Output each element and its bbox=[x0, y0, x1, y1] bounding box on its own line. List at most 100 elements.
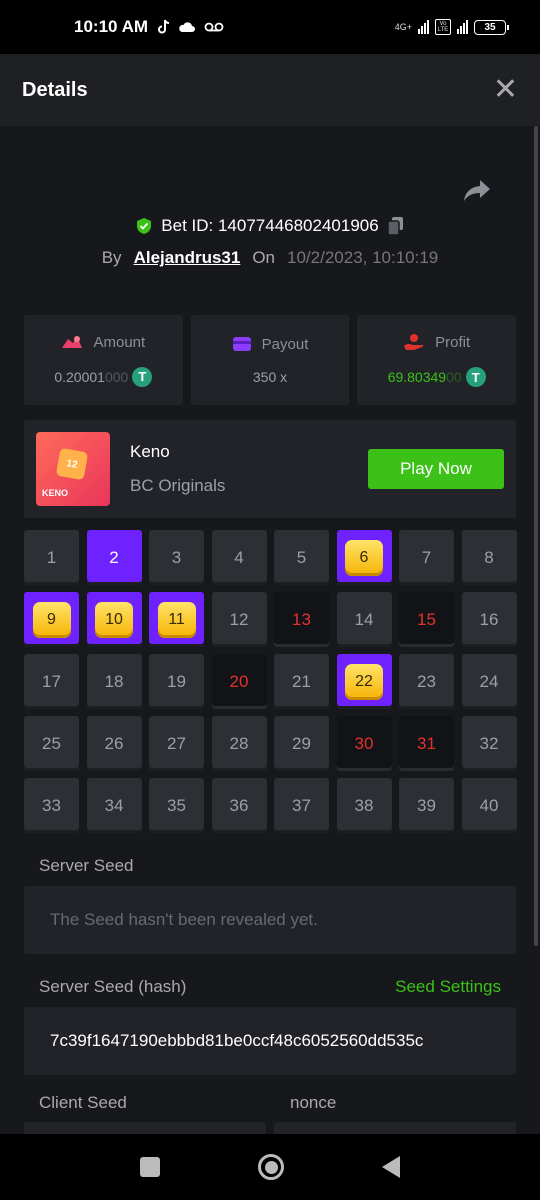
nonce-label: nonce bbox=[290, 1093, 337, 1112]
amount-value: 0.20001 bbox=[54, 368, 105, 385]
bet-id: Bet ID: 14077446802401906 bbox=[161, 216, 379, 235]
keno-cell[interactable]: 26 bbox=[86, 716, 142, 771]
profit-stat: Profit 69.80349 00 T bbox=[357, 315, 517, 405]
wallet-icon bbox=[232, 337, 251, 351]
keno-cell[interactable]: 6 bbox=[336, 530, 392, 585]
keno-cell[interactable]: 15 bbox=[399, 592, 454, 647]
profit-icon bbox=[404, 334, 424, 350]
server-seed-hash-field[interactable]: 7c39f1647190ebbbd81be0ccf48c6052560dd535… bbox=[24, 1007, 516, 1075]
keno-cell[interactable]: 31 bbox=[399, 716, 454, 771]
status-time: 10:10 AM bbox=[74, 17, 149, 36]
keno-cell[interactable]: 23 bbox=[399, 654, 454, 709]
username-link[interactable]: Alejandrus31 bbox=[134, 248, 241, 268]
battery-level: 35 bbox=[484, 21, 496, 33]
details-header: Details ✕ bbox=[0, 54, 540, 126]
page-title: Details bbox=[22, 78, 88, 101]
nonce-field[interactable] bbox=[274, 1122, 516, 1134]
profit-label: Profit bbox=[435, 333, 471, 351]
network-type: 4G+ bbox=[394, 21, 412, 32]
gem-icon: 6 bbox=[345, 539, 383, 576]
back-icon[interactable] bbox=[382, 1156, 400, 1178]
keno-cell[interactable]: 8 bbox=[461, 530, 517, 585]
keno-cell[interactable]: 2 bbox=[86, 530, 142, 585]
details-content[interactable]: Bet ID: 14077446802401906 By Alejandrus3… bbox=[0, 126, 540, 1134]
keno-cell[interactable]: 4 bbox=[211, 530, 267, 585]
by-label: By bbox=[101, 248, 122, 267]
keno-cell[interactable]: 25 bbox=[24, 716, 79, 771]
payout-value: 350 x bbox=[252, 368, 288, 385]
bet-date: 10/2/2023, 10:10:19 bbox=[287, 248, 439, 267]
system-nav-bar bbox=[0, 1134, 540, 1200]
keno-thumb-tag: KENO bbox=[42, 488, 69, 498]
volte-badge: Vo LTE bbox=[435, 19, 451, 35]
voicemail-icon bbox=[204, 22, 224, 32]
keno-cell[interactable]: 38 bbox=[336, 778, 392, 833]
game-name: Keno bbox=[130, 442, 170, 461]
verified-shield-icon bbox=[137, 218, 152, 234]
battery-icon: 35 bbox=[474, 19, 509, 35]
keno-cell[interactable]: 24 bbox=[461, 654, 517, 709]
keno-cell[interactable]: 39 bbox=[399, 778, 454, 833]
bet-stats: Amount 0.20001 000 T Payout 350 x Profit … bbox=[24, 315, 517, 405]
profit-value-dim: 00 bbox=[446, 369, 462, 385]
gem-icon: 22 bbox=[345, 663, 383, 700]
keno-cell[interactable]: 13 bbox=[274, 592, 329, 647]
payout-label: Payout bbox=[261, 335, 309, 353]
keno-cell[interactable]: 12 bbox=[211, 592, 267, 647]
seed-settings-link[interactable]: Seed Settings bbox=[395, 977, 501, 997]
share-icon[interactable] bbox=[462, 178, 492, 204]
keno-cell[interactable]: 9 bbox=[24, 592, 79, 647]
usdt-coin-icon: T bbox=[132, 366, 153, 387]
copy-icon[interactable] bbox=[386, 216, 405, 236]
keno-cell[interactable]: 7 bbox=[399, 530, 454, 585]
keno-cell[interactable]: 5 bbox=[274, 530, 329, 585]
keno-cell[interactable]: 11 bbox=[149, 592, 204, 647]
keno-cell[interactable]: 27 bbox=[149, 716, 204, 771]
keno-cell[interactable]: 28 bbox=[211, 716, 267, 771]
keno-die-icon: 12 bbox=[55, 447, 89, 481]
keno-cell[interactable]: 16 bbox=[461, 592, 517, 647]
keno-cell[interactable]: 40 bbox=[461, 778, 517, 833]
close-icon[interactable]: ✕ bbox=[493, 75, 518, 105]
server-seed-field: The Seed hasn't been revealed yet. bbox=[24, 886, 516, 954]
bet-meta-row: By Alejandrus31 On 10/2/2023, 10:10:19 bbox=[0, 248, 540, 268]
amount-label: Amount bbox=[93, 333, 146, 351]
keno-cell[interactable]: 10 bbox=[86, 592, 142, 647]
game-provider: BC Originals bbox=[130, 476, 226, 495]
keno-cell[interactable]: 1 bbox=[24, 530, 79, 585]
keno-cell[interactable]: 35 bbox=[149, 778, 204, 833]
keno-cell[interactable]: 36 bbox=[211, 778, 267, 833]
recents-icon[interactable] bbox=[140, 1157, 160, 1177]
keno-cell[interactable]: 29 bbox=[274, 716, 329, 771]
keno-cell[interactable]: 20 bbox=[211, 654, 267, 709]
game-card: 12 KENO Keno BC Originals Play Now bbox=[24, 420, 516, 518]
profit-value: 69.80349 bbox=[387, 369, 447, 385]
keno-cell[interactable]: 32 bbox=[461, 716, 517, 771]
keno-board: 1 2 3 4 5 6 7 8 9 10 11 12 13 14 15 16 17 18 19 20 21 22 23 24 2… bbox=[24, 530, 517, 833]
amount-value-dim: 000 bbox=[104, 368, 129, 385]
keno-cell[interactable]: 18 bbox=[86, 654, 142, 709]
usdt-coin-icon: T bbox=[465, 367, 486, 387]
keno-cell[interactable]: 17 bbox=[24, 654, 79, 709]
keno-cell[interactable]: 22 bbox=[336, 654, 392, 709]
home-icon[interactable] bbox=[258, 1154, 284, 1180]
keno-cell[interactable]: 30 bbox=[336, 716, 392, 771]
play-now-button[interactable]: Play Now bbox=[368, 449, 504, 489]
keno-cell[interactable]: 14 bbox=[336, 592, 392, 647]
keno-cell[interactable]: 21 bbox=[274, 654, 329, 709]
keno-cell[interactable]: 34 bbox=[86, 778, 142, 833]
keno-cell[interactable]: 37 bbox=[274, 778, 329, 833]
keno-cell[interactable]: 33 bbox=[24, 778, 79, 833]
keno-thumbnail: 12 KENO bbox=[36, 432, 110, 506]
amount-icon bbox=[62, 336, 83, 348]
on-label: On bbox=[252, 248, 276, 267]
keno-cell[interactable]: 3 bbox=[149, 530, 204, 585]
signal-icon-2 bbox=[457, 20, 468, 34]
client-seed-field[interactable] bbox=[24, 1122, 266, 1134]
cloud-icon bbox=[179, 22, 196, 32]
tiktok-icon bbox=[158, 19, 170, 34]
gem-icon: 10 bbox=[95, 601, 133, 638]
gem-icon: 11 bbox=[157, 601, 196, 638]
keno-cell[interactable]: 19 bbox=[149, 654, 204, 709]
amount-stat: Amount 0.20001 000 T bbox=[24, 315, 183, 405]
